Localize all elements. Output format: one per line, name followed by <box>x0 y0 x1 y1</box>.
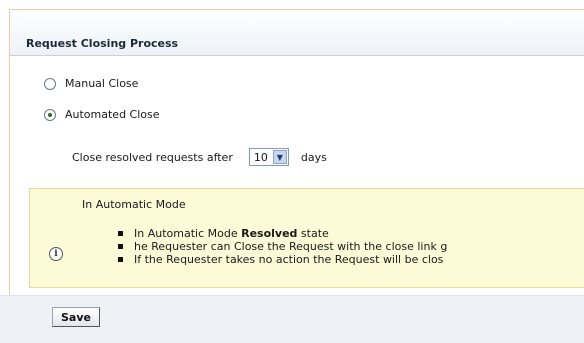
close-after-suffix: days <box>300 150 327 164</box>
list-item: he Requester can Close the Request with … <box>118 240 447 253</box>
bullet3-text: If the Requester takes no action the Req… <box>134 253 444 266</box>
manual-close-label[interactable]: Manual Close <box>65 77 138 90</box>
close-days-value[interactable]: 10 <box>250 151 272 164</box>
list-item: If the Requester takes no action the Req… <box>118 253 447 266</box>
close-days-select[interactable]: 10 ▼ <box>248 148 289 166</box>
manual-close-radio[interactable] <box>44 77 56 90</box>
panel-frame: Request Closing Process <box>9 9 584 342</box>
bullet2-text: he Requester can Close the Request with … <box>134 240 448 253</box>
info-box: In Automatic Mode i In Automatic Mode Re… <box>29 188 584 288</box>
bullet1-bold: Resolved <box>241 227 298 240</box>
close-after-row: Close resolved requests after 10 ▼ days <box>72 148 327 166</box>
save-button[interactable]: Save <box>52 307 100 327</box>
automated-close-radio[interactable] <box>44 108 56 121</box>
info-icon: i <box>49 247 63 261</box>
automated-close-label[interactable]: Automated Close <box>65 108 160 121</box>
bullet1-suffix: state <box>297 227 329 240</box>
footer-bar: Save <box>0 295 584 343</box>
chevron-down-icon[interactable]: ▼ <box>272 150 287 164</box>
automated-close-option[interactable]: Automated Close <box>44 108 160 121</box>
bullet1-prefix: In Automatic Mode <box>134 227 242 240</box>
list-item: In Automatic Mode Resolved state <box>118 227 447 240</box>
info-title: In Automatic Mode <box>82 198 186 211</box>
close-after-prefix: Close resolved requests after <box>72 150 233 164</box>
panel-title: Request Closing Process <box>26 37 179 50</box>
panel-header: Request Closing Process <box>10 10 584 56</box>
manual-close-option[interactable]: Manual Close <box>44 77 138 90</box>
info-bullet-list: In Automatic Mode Resolved state he Requ… <box>118 227 447 266</box>
